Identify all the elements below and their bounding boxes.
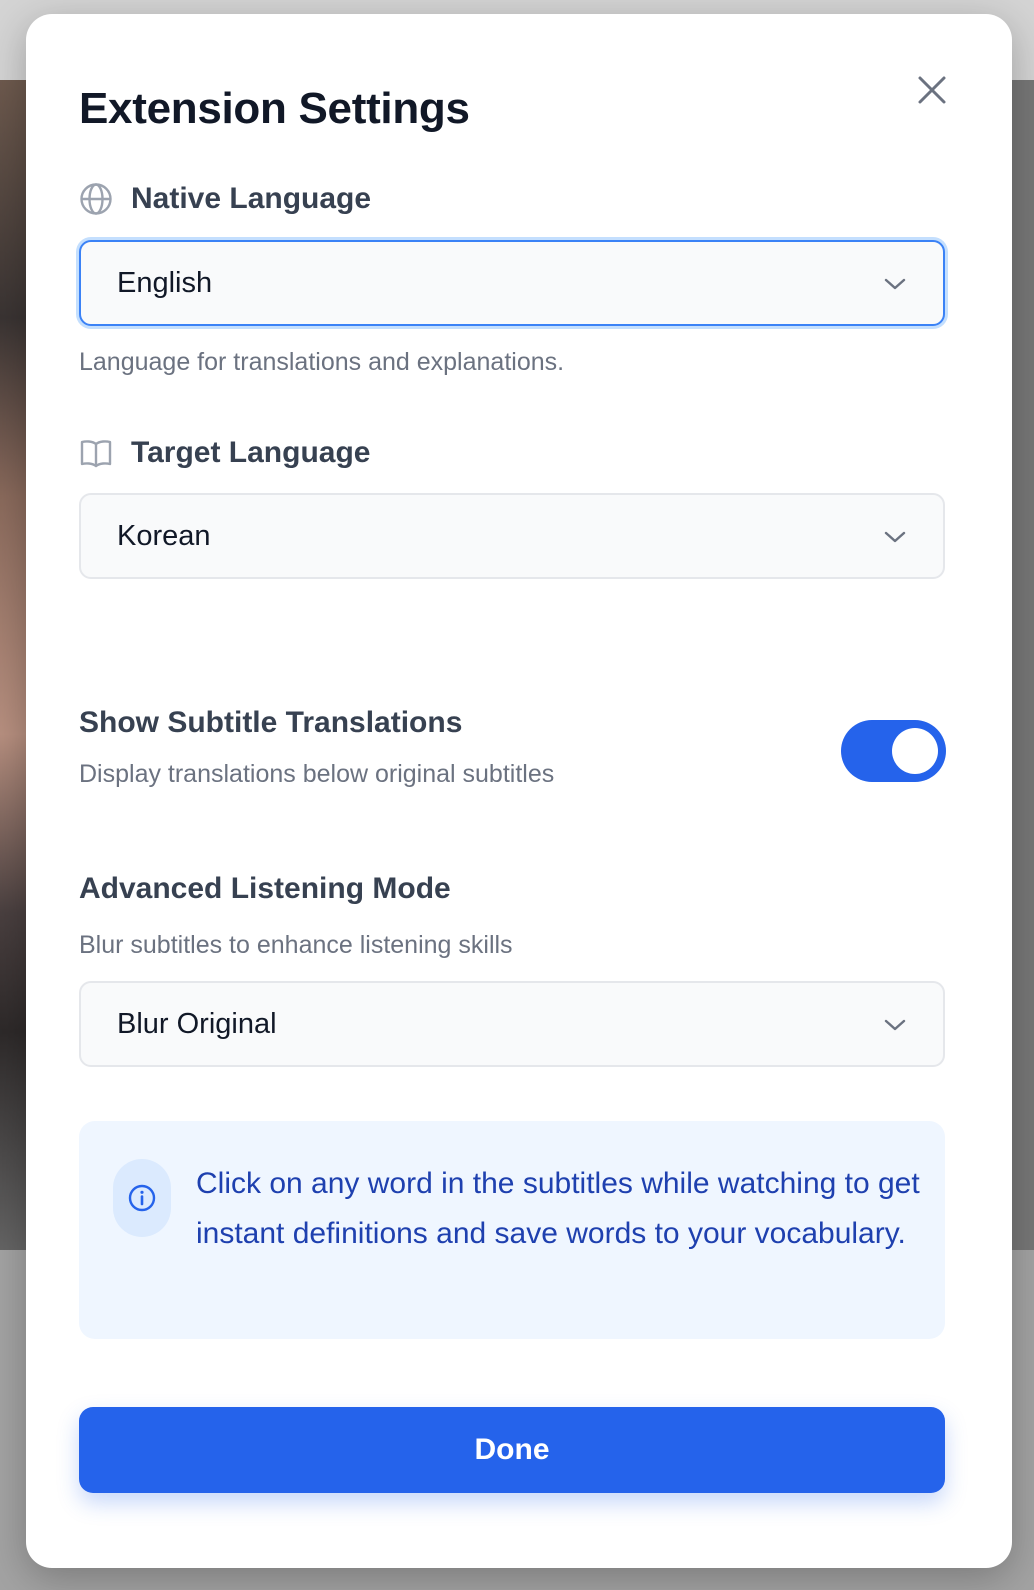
chevron-down-icon bbox=[884, 1019, 906, 1031]
native-language-label-text: Native Language bbox=[131, 182, 372, 215]
chevron-down-icon bbox=[884, 531, 906, 543]
info-box: Click on any word in the subtitles while… bbox=[79, 1121, 945, 1339]
target-language-label: Target Language bbox=[79, 436, 370, 470]
book-icon bbox=[79, 436, 113, 470]
target-language-label-text: Target Language bbox=[131, 436, 371, 469]
native-language-label: Native Language bbox=[79, 182, 371, 216]
done-button[interactable]: Done bbox=[79, 1407, 945, 1493]
modal-title: Extension Settings bbox=[79, 84, 470, 133]
target-language-select[interactable]: Korean bbox=[79, 493, 945, 579]
listening-mode-title: Advanced Listening Mode bbox=[79, 872, 451, 905]
chevron-down-icon bbox=[884, 278, 906, 290]
native-language-select[interactable]: English bbox=[79, 240, 945, 326]
close-button[interactable] bbox=[906, 64, 958, 116]
close-icon bbox=[918, 76, 946, 104]
listening-mode-select[interactable]: Blur Original bbox=[79, 981, 945, 1067]
toggle-knob bbox=[892, 728, 938, 774]
native-language-value: English bbox=[117, 266, 213, 299]
listening-mode-description: Blur subtitles to enhance listening skil… bbox=[79, 931, 513, 959]
settings-modal: Extension Settings Native Language Engli… bbox=[26, 14, 1012, 1568]
info-text: Click on any word in the subtitles while… bbox=[196, 1167, 920, 1250]
subtitle-translations-toggle[interactable] bbox=[841, 720, 946, 782]
target-language-value: Korean bbox=[117, 519, 211, 552]
globe-icon bbox=[79, 182, 113, 216]
info-icon bbox=[128, 1184, 156, 1212]
subtitle-translations-title: Show Subtitle Translations bbox=[79, 706, 463, 739]
info-icon-badge bbox=[113, 1159, 171, 1237]
subtitle-translations-description: Display translations below original subt… bbox=[79, 760, 555, 788]
native-language-help: Language for translations and explanatio… bbox=[79, 348, 565, 376]
listening-mode-value: Blur Original bbox=[117, 1007, 277, 1040]
